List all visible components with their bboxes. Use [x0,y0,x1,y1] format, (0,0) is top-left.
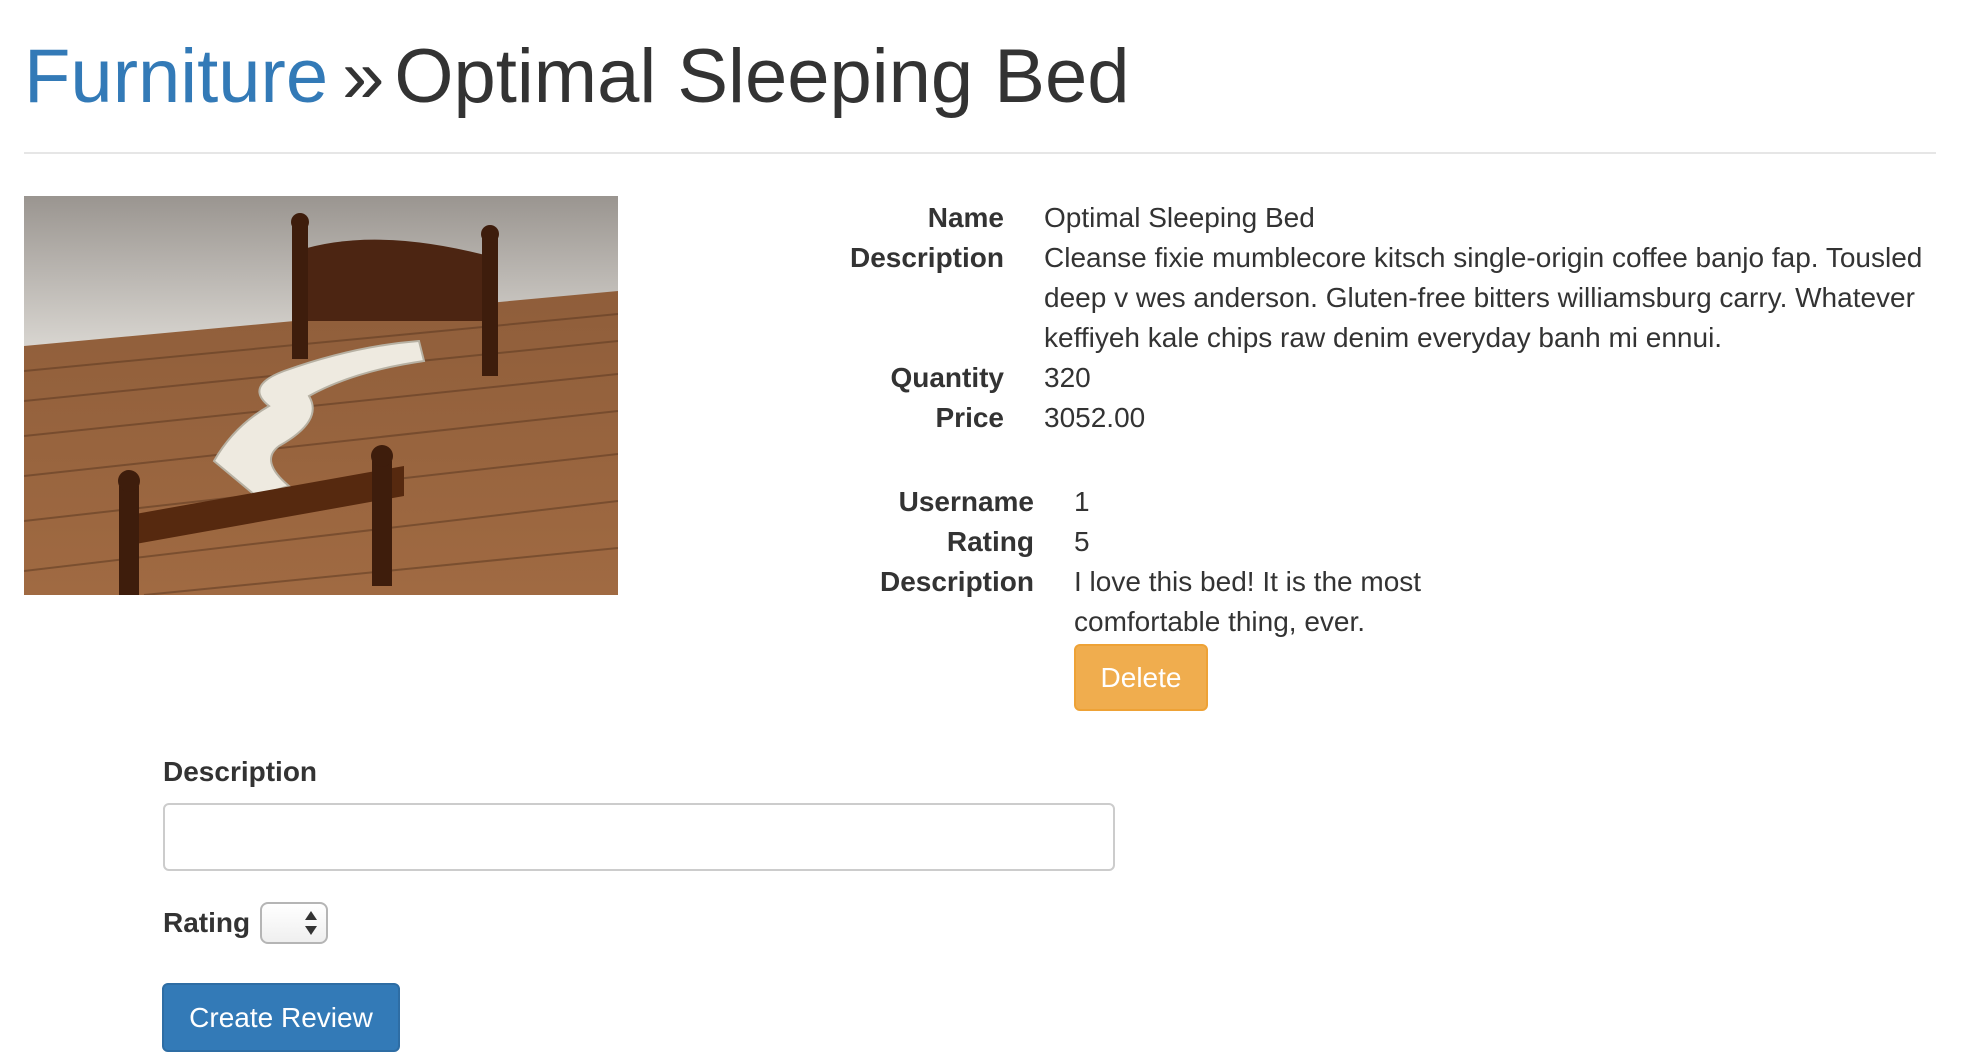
product-price-label: Price [935,402,1005,433]
create-review-button[interactable]: Create Review [162,983,400,1052]
page-title: Furniture» Optimal Sleeping Bed [24,32,1936,122]
review-description-value: I love this bed! It is the most comforta… [1074,566,1422,637]
review-description-row: Description I love this bed! It is the m… [740,562,1454,642]
review-rating-row: Rating 5 [740,522,1454,562]
product-description-value: Cleanse fixie mumblecore kitsch single-o… [1044,242,1923,353]
product-name-label: Name [927,202,1004,233]
product-description-row: Description Cleanse fixie mumblecore kit… [740,238,1944,358]
product-quantity-row: Quantity 320 [740,358,1944,398]
product-name-value: Optimal Sleeping Bed [1044,202,1315,233]
breadcrumb-separator: » [342,34,385,119]
review-rating-label: Rating [946,526,1034,557]
review-description-label: Description [879,566,1034,597]
review-username-value: 1 [1074,486,1090,517]
rating-select[interactable] [260,902,328,944]
product-price-value: 3052.00 [1044,402,1146,433]
rating-field-label: Rating [163,907,251,938]
product-image [24,196,618,595]
product-price-row: Price 3052.00 [740,398,1944,438]
review-username-label: Username [898,486,1034,517]
product-description-label: Description [849,242,1004,273]
select-arrows-icon [305,911,317,935]
product-details: Name Optimal Sleeping Bed Description Cl… [740,198,1944,438]
product-name-row: Name Optimal Sleeping Bed [740,198,1944,238]
delete-review-button[interactable]: Delete [1074,644,1208,711]
product-title: Optimal Sleeping Bed [394,34,1130,119]
review-rating-value: 5 [1074,526,1090,557]
review-details: Username 1 Rating 5 Description I love t… [740,482,1454,642]
product-quantity-value: 320 [1044,362,1091,393]
category-link[interactable]: Furniture [24,34,328,119]
page-header: Furniture» Optimal Sleeping Bed [24,32,1936,154]
product-quantity-label: Quantity [890,362,1004,393]
review-username-row: Username 1 [740,482,1454,522]
review-description-input[interactable] [163,803,1115,871]
description-field-label: Description [163,756,318,787]
